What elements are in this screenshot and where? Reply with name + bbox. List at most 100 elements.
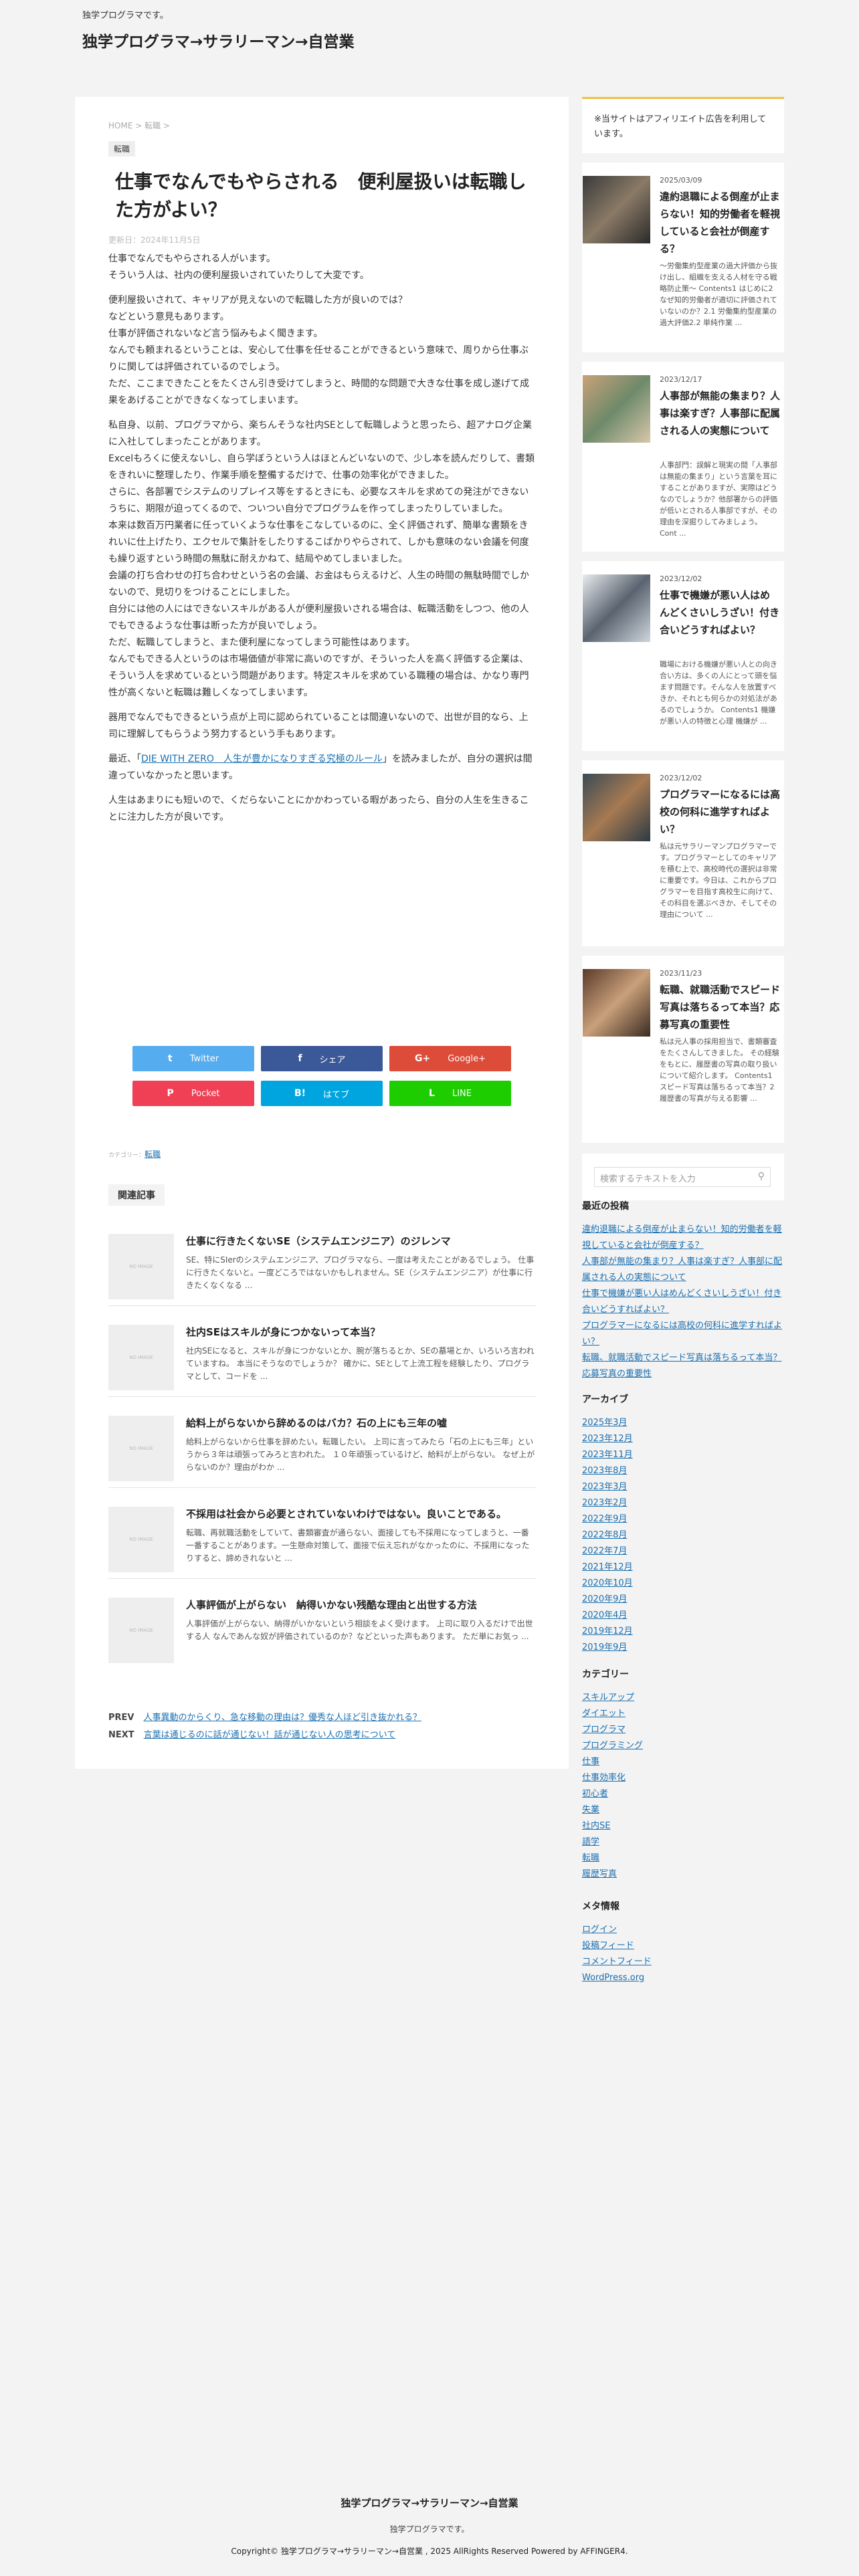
book-link[interactable]: DIE WITH ZERO 人生が豊かになりすぎる究極のルール xyxy=(141,754,383,764)
no-image-thumb[interactable]: NO IMAGE xyxy=(108,1598,174,1663)
post-thumbnail[interactable] xyxy=(583,176,650,243)
archive-link[interactable]: 2020年4月 xyxy=(582,1608,784,1624)
related-title[interactable]: 給料上がらないから辞めるのはバカ？石の上にも三年の嘘 xyxy=(186,1416,447,1430)
post-thumbnail[interactable] xyxy=(583,774,650,841)
share-facebook-button[interactable]: f シェア xyxy=(261,1046,383,1071)
share-label: はてブ xyxy=(323,1089,350,1100)
category-link[interactable]: 仕事効率化 xyxy=(582,1770,784,1786)
archive-link[interactable]: 2022年8月 xyxy=(582,1527,784,1543)
post-thumbnail[interactable] xyxy=(583,969,650,1037)
pocket-icon: P xyxy=(167,1088,174,1099)
sidebar-post-card[interactable]: 2023/12/02 プログラマーになるには高校の何科に進学すればよい？ 私は元… xyxy=(582,760,784,946)
share-label: シェア xyxy=(319,1055,346,1065)
meta-link[interactable]: WordPress.org xyxy=(582,1970,784,1986)
related-title[interactable]: 不採用は社会から必要とされていないわけではない。良いことである。 xyxy=(186,1507,506,1521)
archive-link[interactable]: 2021年12月 xyxy=(582,1560,784,1576)
paragraph: 人生はあまりにも短いので、くだらないことにかかわっている暇があったら、自分の人生… xyxy=(108,795,529,823)
archive-link[interactable]: 2019年9月 xyxy=(582,1640,784,1656)
recent-post-link[interactable]: 違約退職による倒産が止まらない！知的労働者を軽視していると会社が倒産する？ xyxy=(582,1222,784,1254)
category-link[interactable]: スキルアップ xyxy=(582,1690,784,1706)
sidebar-post-card[interactable]: 2023/11/23 転職、就職活動でスピード写真は落ちるって本当？応募写真の重… xyxy=(582,956,784,1143)
related-item[interactable]: NO IMAGE 人事評価が上がらない 納得いかない残酷な理由と出世する方法 人事評… xyxy=(108,1579,537,1670)
related-title[interactable]: 仕事に行きたくないSE（システムエンジニア）のジレンマ xyxy=(186,1234,451,1248)
no-image-thumb[interactable]: NO IMAGE xyxy=(108,1416,174,1481)
search-input[interactable]: 検索するテキストを入力 ⚲ xyxy=(594,1167,771,1187)
category-link[interactable]: 社内SE xyxy=(582,1818,784,1834)
share-hatena-button[interactable]: B! はてブ xyxy=(261,1081,383,1106)
site-footer: 独学プログラマ→サラリーマン→自営業 独学プログラマです。 Copyright©… xyxy=(0,2496,859,2557)
meta-link[interactable]: 投稿フィード xyxy=(582,1938,784,1954)
next-post: NEXT 言葉は通じるのに話が通じない！話が通じない人の思考について xyxy=(108,1727,395,1740)
post-title[interactable]: 転職、就職活動でスピード写真は落ちるって本当？応募写真の重要性 xyxy=(660,981,780,1033)
category-link[interactable]: 仕事 xyxy=(582,1754,784,1770)
archive-link[interactable]: 2023年8月 xyxy=(582,1463,784,1479)
share-twitter-button[interactable]: t Twitter xyxy=(132,1046,254,1071)
share-line-button[interactable]: L LINE xyxy=(389,1081,511,1106)
share-pocket-button[interactable]: P Pocket xyxy=(132,1081,254,1106)
related-title[interactable]: 社内SEはスキルが身につかないって本当？ xyxy=(186,1325,380,1339)
site-title[interactable]: 独学プログラマ→サラリーマン→自営業 xyxy=(82,31,363,53)
sidebar-post-card[interactable]: 2023/12/02 仕事で機嫌が悪い人はめんどくさいしうざい！付き合いどうすれ… xyxy=(582,561,784,751)
recent-post-link[interactable]: 人事部が無能の集まり？人事は楽すぎ？人事部に配属される人の実態について xyxy=(582,1254,784,1286)
archive-link[interactable]: 2025年3月 xyxy=(582,1415,784,1431)
breadcrumb-category[interactable]: 転職 xyxy=(145,121,161,130)
no-image-thumb[interactable]: NO IMAGE xyxy=(108,1234,174,1299)
category-link[interactable]: 失業 xyxy=(582,1802,784,1818)
meta-link[interactable]: ログイン xyxy=(582,1922,784,1938)
recent-post-link[interactable]: 仕事で機嫌が悪い人はめんどくさいしうざい！付き合いどうすればよい？ xyxy=(582,1286,784,1318)
archive-link[interactable]: 2020年10月 xyxy=(582,1576,784,1592)
post-title[interactable]: プログラマーになるには高校の何科に進学すればよい？ xyxy=(660,786,780,838)
archive-link[interactable]: 2022年9月 xyxy=(582,1511,784,1527)
footer-tagline: 独学プログラマです。 xyxy=(389,2525,470,2534)
post-thumbnail[interactable] xyxy=(583,574,650,642)
category-link[interactable]: プログラマ xyxy=(582,1722,784,1738)
sidebar-post-card[interactable]: 2023/12/17 人事部が無能の集まり？人事は楽すぎ？人事部に配属される人の… xyxy=(582,362,784,552)
archive-link[interactable]: 2023年2月 xyxy=(582,1495,784,1511)
next-post-link[interactable]: 言葉は通じるのに話が通じない！話が通じない人の思考について xyxy=(144,1730,396,1740)
archive-link[interactable]: 2019年12月 xyxy=(582,1624,784,1640)
no-image-thumb[interactable]: NO IMAGE xyxy=(108,1325,174,1390)
category-link[interactable]: 語学 xyxy=(582,1834,784,1850)
post-thumbnail[interactable] xyxy=(583,375,650,443)
category-tag[interactable]: 転職 xyxy=(108,141,136,156)
category-link[interactable]: 初心者 xyxy=(582,1786,784,1802)
search-icon[interactable]: ⚲ xyxy=(758,1171,765,1182)
paragraph: 器用でなんでもできるという点が上司に認められていることは間違いないので、出世が目… xyxy=(108,712,529,740)
archive-link[interactable]: 2023年11月 xyxy=(582,1447,784,1463)
facebook-icon: f xyxy=(298,1053,302,1064)
archive-link[interactable]: 2022年7月 xyxy=(582,1543,784,1560)
post-title[interactable]: 人事部が無能の集まり？人事は楽すぎ？人事部に配属される人の実態について xyxy=(660,387,780,439)
share-googleplus-button[interactable]: G+ Google+ xyxy=(389,1046,511,1071)
meta-link[interactable]: コメントフィード xyxy=(582,1954,784,1970)
related-item[interactable]: NO IMAGE 社内SEはスキルが身につかないって本当？ 社内SEになると、スキル… xyxy=(108,1306,537,1397)
recent-post-link[interactable]: プログラマーになるには高校の何科に進学すればよい？ xyxy=(582,1318,784,1350)
no-image-thumb[interactable]: NO IMAGE xyxy=(108,1507,174,1572)
breadcrumb-home[interactable]: HOME xyxy=(108,121,132,130)
category-link[interactable]: 転職 xyxy=(582,1850,784,1866)
recent-post-link[interactable]: 転職、就職活動でスピード写真は落ちるって本当？応募写真の重要性 xyxy=(582,1350,784,1382)
share-label: Twitter xyxy=(189,1053,219,1064)
breadcrumb-separator: > xyxy=(161,121,170,130)
archive-link[interactable]: 2020年9月 xyxy=(582,1592,784,1608)
category-link[interactable]: 履歴写真 xyxy=(582,1866,784,1883)
related-item[interactable]: NO IMAGE 仕事に行きたくないSE（システムエンジニア）のジレンマ SE、特に… xyxy=(108,1215,537,1306)
post-title[interactable]: 仕事で機嫌が悪い人はめんどくさいしうざい！付き合いどうすればよい？ xyxy=(660,586,780,639)
footer-title[interactable]: 独学プログラマ→サラリーマン→自営業 xyxy=(0,2496,859,2510)
google-plus-icon: G+ xyxy=(415,1053,431,1064)
site-tagline: 独学プログラマです。 xyxy=(82,11,169,21)
archive-link[interactable]: 2023年12月 xyxy=(582,1431,784,1447)
related-title[interactable]: 人事評価が上がらない 納得いかない残酷な理由と出世する方法 xyxy=(186,1598,477,1612)
sidebar-post-card[interactable]: 2025/03/09 違約退職による倒産が止まらない！知的労働者を軽視していると… xyxy=(582,163,784,352)
post-date: 2023/12/02 xyxy=(660,774,702,782)
archive-link[interactable]: 2023年3月 xyxy=(582,1479,784,1495)
affiliate-notice: ※当サイトはアフィリエイト広告を利用しています。 xyxy=(582,97,784,153)
category-link[interactable]: プログラミング xyxy=(582,1738,784,1754)
related-item[interactable]: NO IMAGE 不採用は社会から必要とされていないわけではない。良いことである。… xyxy=(108,1488,537,1579)
post-title[interactable]: 違約退職による倒産が止まらない！知的労働者を軽視していると会社が倒産する？ xyxy=(660,188,780,257)
category-link[interactable]: ダイエット xyxy=(582,1706,784,1722)
search-widget: 検索するテキストを入力 ⚲ xyxy=(582,1154,784,1200)
related-item[interactable]: NO IMAGE 給料上がらないから辞めるのはバカ？石の上にも三年の嘘 給料上がらな… xyxy=(108,1397,537,1488)
post-category-link[interactable]: 転職 xyxy=(145,1150,161,1159)
prev-post-link[interactable]: 人事異動のからくり、急な移動の理由は？優秀な人ほど引き抜かれる？ xyxy=(143,1713,421,1723)
post-date: 2023/11/23 xyxy=(660,969,702,978)
